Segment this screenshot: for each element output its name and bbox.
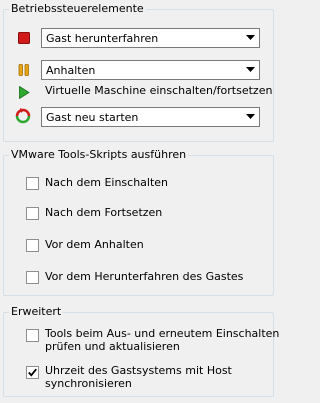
power-controls-title: Betriebssteuerelemente <box>9 2 146 16</box>
check-update-tools-label-line2: prüfen und aktualisieren <box>45 340 180 353</box>
checkbox-before-shutdown[interactable] <box>26 271 39 284</box>
resume-label: Virtuelle Maschine einschalten/fortsetze… <box>45 84 273 97</box>
chevron-down-icon[interactable] <box>241 29 259 47</box>
shutdown-select-value: Gast herunterfahren <box>46 31 159 45</box>
play-icon <box>16 84 32 100</box>
pause-select[interactable]: Anhalten <box>41 60 260 80</box>
restart-icon <box>15 108 31 124</box>
check-update-tools-label-line1: Tools beim Aus- und erneutem Einschalten <box>45 327 280 340</box>
sync-time-label-line2: synchronisieren <box>45 377 132 390</box>
tools-scripts-title: VMware Tools-Skripts ausführen <box>9 148 189 162</box>
chevron-down-icon[interactable] <box>241 108 259 126</box>
pause-select-value: Anhalten <box>46 63 96 77</box>
advanced-title: Erweitert <box>9 305 64 319</box>
chevron-down-icon[interactable] <box>241 61 259 79</box>
checkbox-before-suspend[interactable] <box>26 239 39 252</box>
advanced-group: Erweitert <box>3 305 274 397</box>
after-resume-label: Nach dem Fortsetzen <box>45 206 163 219</box>
checkmark-icon <box>28 368 37 377</box>
checkbox-after-power-on[interactable] <box>26 177 39 190</box>
pause-icon <box>16 62 32 78</box>
before-suspend-label: Vor dem Anhalten <box>45 238 144 251</box>
stop-icon <box>16 30 32 46</box>
checkbox-sync-time[interactable] <box>26 366 39 379</box>
restart-select[interactable]: Gast neu starten <box>41 107 260 127</box>
checkbox-after-resume[interactable] <box>26 207 39 220</box>
restart-select-value: Gast neu starten <box>46 110 139 124</box>
shutdown-select[interactable]: Gast herunterfahren <box>41 28 260 48</box>
sync-time-label-line1: Uhrzeit des Gastsystems mit Host <box>45 364 232 377</box>
before-shutdown-label: Vor dem Herunterfahren des Gastes <box>45 270 244 283</box>
checkbox-check-update-tools[interactable] <box>26 329 39 342</box>
after-power-on-label: Nach dem Einschalten <box>45 176 169 189</box>
